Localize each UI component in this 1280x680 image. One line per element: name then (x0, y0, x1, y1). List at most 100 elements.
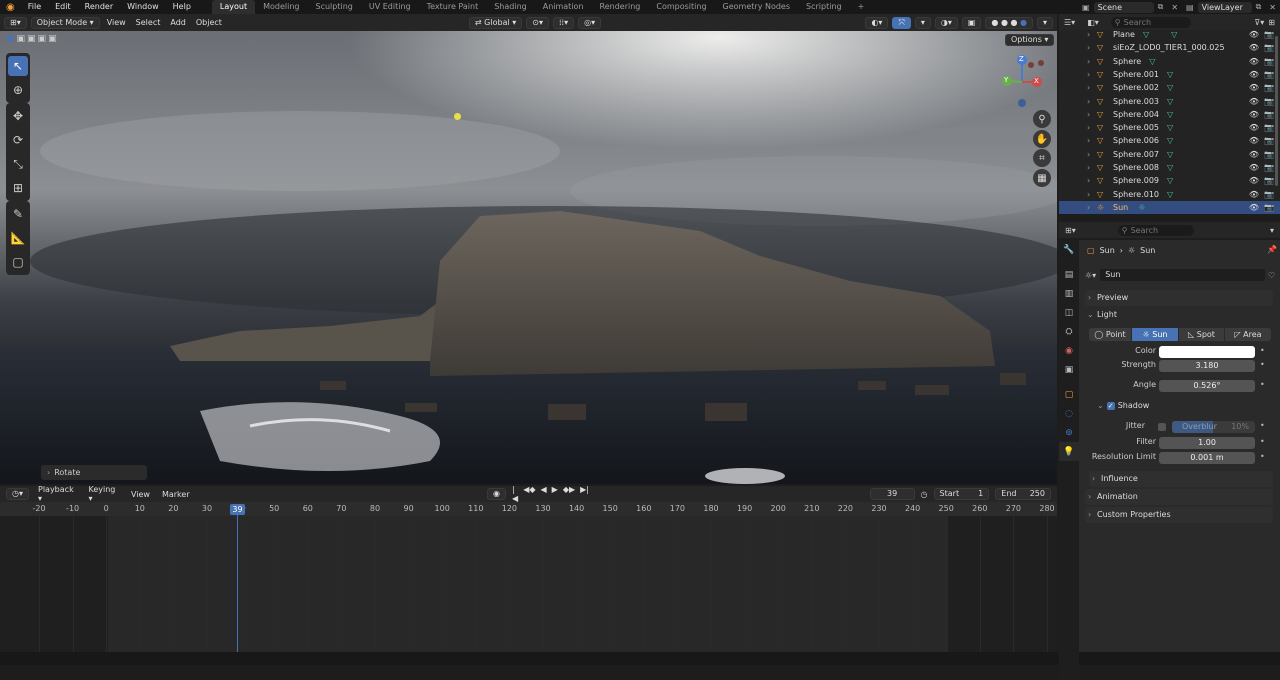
expand-arrow-icon[interactable]: › (1087, 148, 1097, 161)
render-camera-icon[interactable]: 📷 (1264, 41, 1274, 54)
visibility-eye-icon[interactable]: 👁 (1249, 134, 1259, 147)
expand-arrow-icon[interactable]: › (1087, 28, 1097, 41)
render-camera-icon[interactable]: 📷 (1264, 201, 1274, 214)
timeline-editor-icon[interactable]: ◷▾ (6, 488, 29, 500)
jump-start-icon[interactable]: |◀ (512, 485, 518, 503)
visibility-eye-icon[interactable]: 👁 (1249, 121, 1259, 134)
scene-tab-icon[interactable]: ⛭ (1059, 322, 1079, 341)
viewport-scene[interactable] (0, 31, 1057, 484)
play-reverse-icon[interactable]: ◀ (541, 485, 547, 503)
mode-selector[interactable]: Object Mode ▾ (30, 16, 100, 29)
tab-rendering[interactable]: Rendering (592, 0, 649, 14)
shadow-checkbox[interactable]: ✓ (1106, 401, 1115, 410)
light-datablock-icon[interactable]: ☼▾ (1085, 271, 1096, 280)
expand-arrow-icon[interactable]: › (1087, 55, 1097, 68)
collection-tab-icon[interactable]: ▣ (1059, 360, 1079, 379)
snap-icon[interactable]: ⁞⁞▾ (552, 16, 575, 29)
color-swatch[interactable] (1159, 346, 1255, 358)
outliner-scrollbar[interactable] (1275, 36, 1278, 186)
expand-arrow-icon[interactable]: › (1087, 201, 1097, 214)
select-new-icon[interactable]: ▣ (17, 34, 26, 44)
render-camera-icon[interactable]: 📷 (1264, 148, 1274, 161)
strength-field[interactable]: 3.180 (1159, 360, 1255, 372)
tab-compositing[interactable]: Compositing (648, 0, 714, 14)
outliner-editor-icon[interactable]: ☰▾ (1064, 18, 1075, 27)
visibility-icon[interactable]: ◐▾ (865, 16, 889, 29)
animate-dot-icon[interactable]: • (1260, 437, 1265, 446)
editor-type-icon[interactable]: ⊞▾ (4, 16, 27, 29)
animation-section[interactable]: › Animation (1085, 489, 1273, 505)
shading-modes-icon[interactable]: ● ● ● ● (985, 16, 1033, 29)
visibility-eye-icon[interactable]: 👁 (1249, 95, 1259, 108)
render-camera-icon[interactable]: 📷 (1264, 55, 1274, 68)
proportional-edit-icon[interactable]: ◎▾ (578, 16, 602, 29)
jump-keyframe-forward-icon[interactable]: ◆▶ (563, 485, 575, 503)
outliner-search[interactable]: ⚲ Search (1110, 16, 1191, 28)
visibility-eye-icon[interactable]: 👁 (1249, 81, 1259, 94)
view-layer-tab-icon[interactable]: ◫ (1059, 303, 1079, 322)
view-layer-selector[interactable]: ViewLayer (1197, 1, 1252, 13)
tool-tab-icon[interactable]: 🔧 (1059, 240, 1079, 259)
visibility-eye-icon[interactable]: 👁 (1249, 174, 1259, 187)
timeline-ruler[interactable]: -20-100102030405060708090100110120130140… (0, 502, 1057, 516)
menu-timeline-view[interactable]: View (128, 490, 153, 499)
expand-arrow-icon[interactable]: › (1087, 188, 1097, 201)
visibility-eye-icon[interactable]: 👁 (1249, 148, 1259, 161)
playhead-frame-badge[interactable]: 39 (230, 504, 245, 515)
pan-hand-icon[interactable]: ✋ (1033, 130, 1051, 148)
menu-window[interactable]: Window (120, 0, 166, 14)
outliner-row[interactable]: › ▽ Sphere.006 ▽ 👁 📷 (1059, 134, 1280, 147)
preview-section[interactable]: › Preview (1085, 290, 1273, 306)
tab-scripting[interactable]: Scripting (798, 0, 850, 14)
render-camera-icon[interactable]: 📷 (1264, 188, 1274, 201)
render-camera-icon[interactable]: 📷 (1264, 81, 1274, 94)
expand-arrow-icon[interactable]: › (1087, 174, 1097, 187)
select-tool-icon[interactable]: ↖ (8, 56, 28, 76)
start-frame-field[interactable]: Start 1 (933, 488, 990, 500)
render-camera-icon[interactable]: 📷 (1264, 108, 1274, 121)
visibility-eye-icon[interactable]: 👁 (1249, 188, 1259, 201)
select-invert-icon[interactable]: ▣ (48, 34, 57, 44)
outliner-row[interactable]: › ▽ Sphere.010 ▽ 👁 📷 (1059, 188, 1280, 201)
move-tool-icon[interactable]: ✥ (8, 106, 28, 126)
tab-geometry-nodes[interactable]: Geometry Nodes (715, 0, 798, 14)
animate-dot-icon[interactable]: • (1260, 421, 1265, 430)
constraints-tab-icon[interactable]: ⊚ (1059, 423, 1079, 442)
menu-view[interactable]: View (104, 18, 129, 27)
filter-icon[interactable]: ⊽▾ (1254, 18, 1264, 27)
scale-tool-icon[interactable]: ⤡ (8, 154, 28, 174)
current-frame-field[interactable]: 39 (869, 488, 915, 500)
xray-icon[interactable]: ▣ (961, 16, 982, 29)
visibility-eye-icon[interactable]: 👁 (1249, 201, 1259, 214)
select-box-icon[interactable]: ▣ (6, 34, 15, 44)
render-camera-icon[interactable]: 📷 (1264, 68, 1274, 81)
overlay-icon[interactable]: ◑▾ (934, 16, 958, 29)
expand-arrow-icon[interactable]: › (1087, 68, 1097, 81)
expand-arrow-icon[interactable]: › (1087, 121, 1097, 134)
properties-search[interactable]: ⚲ Search (1117, 224, 1194, 236)
cursor-tool-icon[interactable]: ⊕ (8, 80, 28, 100)
timeline-area[interactable] (0, 516, 1057, 652)
visibility-eye-icon[interactable]: 👁 (1249, 55, 1259, 68)
end-frame-field[interactable]: End 250 (995, 488, 1051, 500)
expand-arrow-icon[interactable]: › (1087, 95, 1097, 108)
menu-add[interactable]: Add (167, 18, 189, 27)
rotate-tool-icon[interactable]: ⟳ (8, 130, 28, 150)
gizmo-toggle-icon[interactable]: ⤧ (892, 16, 911, 29)
close-icon[interactable]: ✕ (1167, 3, 1182, 12)
options-button[interactable]: Options ▾ (1005, 34, 1055, 46)
camera-view-icon[interactable]: ⌗ (1033, 149, 1051, 167)
orientation-selector[interactable]: ⇄ Global ▾ (468, 16, 523, 29)
expand-arrow-icon[interactable]: › (1087, 161, 1097, 174)
outliner-row[interactable]: › ▽ Sphere ▽ 👁 📷 (1059, 55, 1280, 68)
menu-help[interactable]: Help (166, 0, 198, 14)
3d-viewport[interactable]: ▣ ▣ ▣ ▣ ▣ ↖ ⊕ ✥ ⟳ ⤡ ⊞ ✎ 📐 ▢ Options ▾ Z (0, 31, 1057, 484)
visibility-eye-icon[interactable]: 👁 (1249, 68, 1259, 81)
navigation-gizmo[interactable]: Z X Y (995, 53, 1053, 111)
filter-field[interactable]: 1.00 (1159, 437, 1255, 449)
animate-dot-icon[interactable]: • (1260, 452, 1265, 461)
selection-mode-icons[interactable]: ▣ ▣ ▣ ▣ ▣ (6, 34, 57, 44)
scene-selector[interactable]: Scene (1093, 1, 1154, 13)
render-camera-icon[interactable]: 📷 (1264, 95, 1274, 108)
select-subtract-icon[interactable]: ▣ (38, 34, 47, 44)
